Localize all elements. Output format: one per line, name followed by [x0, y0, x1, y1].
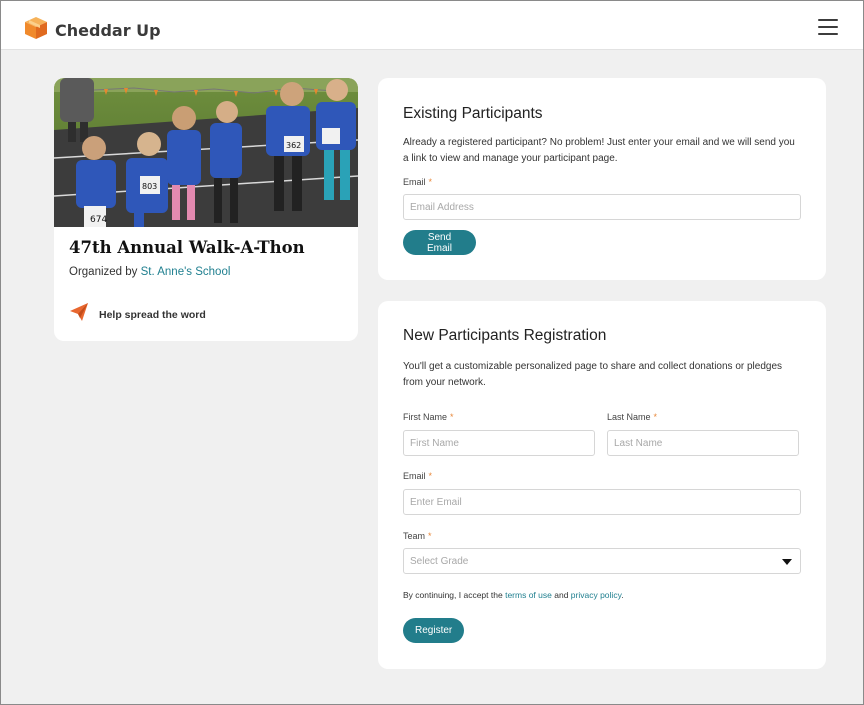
terms-of-use-link[interactable]: terms of use [505, 590, 552, 600]
organized-by-label: Organized by [69, 266, 138, 278]
terms-text: By continuing, I accept the terms of use… [403, 590, 624, 600]
event-photo: 674 803 362 [54, 78, 358, 227]
last-name-label: Last Name * [607, 412, 658, 422]
last-name-input[interactable] [607, 430, 799, 456]
page-frame: Cheddar Up 674 803 362 47th Annual Walk-… [0, 0, 864, 705]
new-registration-description: You'll get a customizable personalized p… [403, 361, 783, 388]
existing-participants-description: Already a registered participant? No pro… [403, 137, 795, 164]
share-button[interactable]: Help spread the word [69, 302, 206, 327]
paper-plane-icon [69, 302, 89, 327]
team-select[interactable]: Select Grade [403, 548, 801, 574]
existing-participants-card: Existing Participants Already a register… [378, 78, 826, 280]
event-card: 674 803 362 47th Annual Walk-A-Thon Orga… [54, 78, 358, 341]
caret-down-icon [782, 559, 792, 565]
first-name-input[interactable] [403, 430, 595, 456]
organizer-link[interactable]: St. Anne's School [141, 266, 231, 278]
register-button[interactable]: Register [403, 618, 464, 643]
existing-email-label: Email * [403, 177, 433, 187]
svg-text:803: 803 [142, 182, 157, 191]
new-email-input[interactable] [403, 489, 801, 515]
send-email-button[interactable]: Send Email [403, 230, 476, 255]
existing-participants-heading: Existing Participants [403, 105, 543, 122]
svg-text:362: 362 [286, 141, 301, 150]
hamburger-menu-icon[interactable] [818, 18, 840, 36]
team-label: Team * [403, 531, 432, 541]
team-select-value: Select Grade [410, 555, 469, 567]
brand-name: Cheddar Up [55, 21, 161, 40]
cheddar-up-logo-icon [23, 15, 49, 46]
first-name-label: First Name * [403, 412, 454, 422]
new-registration-card: New Participants Registration You'll get… [378, 301, 826, 669]
privacy-policy-link[interactable]: privacy policy [571, 590, 621, 600]
share-label: Help spread the word [99, 308, 206, 321]
top-header: Cheddar Up [1, 1, 863, 50]
brand-link[interactable]: Cheddar Up [23, 15, 161, 46]
event-title: 47th Annual Walk-A-Thon [69, 238, 305, 257]
organized-by: Organized by St. Anne's School [69, 266, 230, 278]
new-email-label: Email * [403, 471, 433, 481]
new-registration-heading: New Participants Registration [403, 327, 607, 344]
existing-email-input[interactable] [403, 194, 801, 220]
svg-text:674: 674 [90, 215, 107, 225]
